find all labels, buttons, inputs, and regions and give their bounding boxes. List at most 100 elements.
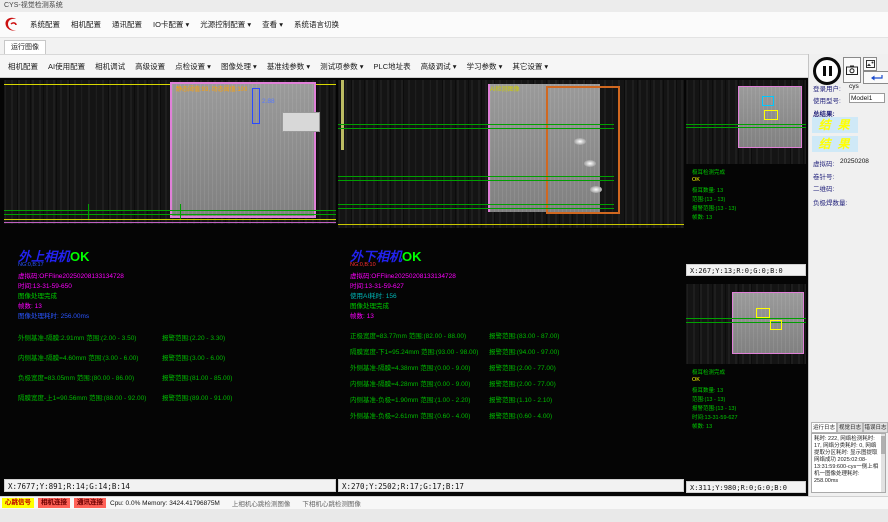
weld-spot [574, 138, 586, 145]
titlebar: CYS-视觉检测系统 [0, 0, 888, 12]
menu-item-light-config[interactable]: 光源控制配置 ▾ [200, 19, 251, 30]
blue-measure-label: 2.88 [262, 98, 275, 105]
green-line [4, 214, 336, 215]
small-view-line: 范围:(13 - 13) [692, 195, 725, 203]
lower-yellow-line [4, 219, 336, 220]
menu-item-comm-config[interactable]: 通讯配置 [112, 19, 142, 30]
menu-item-view[interactable]: 查看 ▾ [262, 19, 283, 30]
log-output[interactable]: 耗时: 222, 网络检测耗时: 17, 网络分类耗时: 0, 网络提取分区耗时… [811, 433, 886, 493]
small-view-line: 帧数: 13 [692, 213, 712, 221]
snapshot-button[interactable] [843, 57, 861, 83]
green-line [4, 210, 336, 211]
toolbar: 相机配置 AI使用配置 相机调试 高级设置 点检设置 ▾ 图像处理 ▾ 基准线参… [0, 54, 888, 78]
toolbar-image-processing[interactable]: 图像处理 ▾ [221, 61, 257, 72]
measurement-text: 负极宽度=83.05mm 范围:(80.00 - 86.00) [18, 372, 134, 382]
log-tab-run[interactable]: 运行日志 [811, 422, 837, 433]
bottom-small-view: 极耳检测完成 OK 极耳数量: 13 范围:(13 - 13) 报警范围:(13… [686, 282, 806, 496]
center-virtual-code: 虚拟码:OFFline20250208133134728 [350, 270, 456, 280]
measurement-text: 隔膜宽度-下1=95.24mm 范围:(93.00 - 98.00) [350, 346, 478, 356]
measurement-text: 外侧基准-隔膜=4.38mm 范围:(0.00 - 9.00) [350, 362, 470, 372]
left-process-done: 图像处理完成 [18, 290, 57, 300]
pause-button[interactable] [813, 57, 841, 85]
green-line [338, 204, 614, 205]
small-view-line: OK [692, 377, 700, 383]
measurement-text: 内侧基准-负极=1.90mm 范围:(1.00 - 2.20) [350, 394, 470, 404]
up-camera-heartbeat-hint: 上相机心跳检测图像 [232, 498, 291, 508]
model-input[interactable] [849, 93, 885, 103]
tab-strip: 运行图像 [0, 38, 888, 54]
left-elapsed: 图像处理耗时: 256.00ms [18, 310, 89, 320]
measurement-text: 内侧基准-隔膜=4.28mm 范围:(0.00 - 9.00) [350, 378, 470, 388]
measurement-text: 正极宽度=83.77mm 范围:(82.00 - 88.00) [350, 330, 466, 340]
heartbeat-badge: 心跳信号 [2, 498, 34, 508]
green-line [686, 124, 806, 125]
small-view-line: 极耳数量: 13 [692, 386, 723, 394]
menu-item-language[interactable]: 系统语言切换 [294, 19, 339, 30]
left-time: 时间:13-31-59-650 [18, 280, 72, 290]
top-small-image[interactable] [686, 80, 806, 164]
bottom-small-pixel-coords: X:311;Y:980;R:0;G:0;B:0 [686, 481, 806, 493]
top-small-view: 极耳检测完成 OK 极耳数量: 13 范围:(13 - 13) 报警范围:(13… [686, 78, 806, 278]
toolbar-plc-address[interactable]: PLC地址表 [374, 61, 411, 72]
scrollbar-thumb[interactable] [881, 436, 885, 454]
alarm-range: 报警范围:(89.00 - 91.00) [162, 392, 232, 402]
virtual-code-value: 20250208 [840, 158, 869, 165]
toolbar-ai-config[interactable]: AI使用配置 [48, 61, 85, 72]
toolbar-advanced-settings[interactable]: 高级设置 [135, 61, 165, 72]
weld-count-label: 负极焊数量: [813, 197, 847, 207]
camera-icon [846, 65, 858, 75]
green-line [338, 124, 614, 125]
measurement-text: 外侧基准-隔膜:2.91mm 范围:(2.00 - 3.50) [18, 332, 136, 342]
tab-run-image[interactable]: 运行图像 [4, 40, 46, 55]
log-tab-vision[interactable]: 视觉日志 [837, 422, 863, 433]
down-camera-heartbeat-hint: 下相机心跳检测图像 [302, 498, 361, 508]
image-button[interactable] [863, 57, 877, 71]
alarm-range: 报警范围:(2.20 - 3.30) [162, 332, 225, 342]
toolbar-test-params[interactable]: 测试项参数 ▾ [320, 61, 363, 72]
return-button[interactable] [863, 71, 888, 84]
login-user-value: cys [849, 83, 859, 90]
app-window: CYS-视觉检测系统 系统配置 相机配置 通讯配置 IO卡配置 ▾ 光源控制配置… [0, 0, 888, 522]
menu-item-camera-config[interactable]: 相机配置 [71, 19, 101, 30]
measurement-text: 内侧基准-隔膜=4.60mm 范围:(3.00 - 6.00) [18, 352, 138, 362]
alarm-range: 报警范围:(83.00 - 87.00) [489, 330, 559, 340]
toolbar-camera-debug[interactable]: 相机调试 [95, 61, 125, 72]
ok-status: OK [70, 249, 90, 264]
toolbar-learning-params[interactable]: 学习参数 ▾ [466, 61, 502, 72]
blue-measure-box [252, 88, 260, 124]
magenta-line [4, 222, 336, 223]
left-virtual-code: 虚拟码:OFFline20250208133134728 [18, 270, 124, 280]
menu-item-io-config[interactable]: IO卡配置 ▾ [153, 19, 189, 30]
alarm-range: 报警范围:(0.60 - 4.00) [489, 410, 552, 420]
toolbar-other-settings[interactable]: 其它设置 ▾ [512, 61, 548, 72]
log-scrollbar[interactable] [881, 434, 885, 492]
separator-region [732, 292, 804, 354]
ai-image-tag: AI检测图像 [490, 84, 520, 93]
comm-connect-badge: 通讯连接 [74, 498, 106, 508]
alarm-range: 报警范围:(81.00 - 85.00) [162, 372, 232, 382]
small-view-line: 范围:(13 - 13) [692, 395, 725, 403]
center-camera-image[interactable]: AI检测图像 [338, 80, 684, 228]
toolbar-spot-check[interactable]: 点检设置 ▾ [175, 61, 211, 72]
bottom-strip [0, 509, 888, 522]
center-frame-count: 帧数: 13 [350, 310, 374, 320]
small-view-line: 时间:13-31-59-627 [692, 413, 738, 421]
left-camera-image[interactable]: 静态阈值:93, 动态阈值:100 2.88 [4, 80, 336, 224]
weld-spot [584, 160, 596, 167]
pause-icon [823, 66, 826, 76]
green-tick [88, 204, 89, 220]
log-tab-error[interactable]: 错误日志 [863, 422, 888, 433]
center-sub-status: NG:0,B:10 [350, 262, 376, 268]
app-logo-icon [4, 16, 19, 33]
yellow-roi-box [756, 308, 770, 318]
green-line [338, 208, 614, 209]
green-line [338, 180, 614, 181]
menu-item-system-config[interactable]: 系统配置 [30, 19, 60, 30]
toolbar-advanced-debug[interactable]: 高级调试 ▾ [421, 61, 457, 72]
toolbar-camera-config[interactable]: 相机配置 [8, 61, 38, 72]
green-tick [180, 204, 181, 220]
toolbar-baseline-params[interactable]: 基准线参数 ▾ [267, 61, 310, 72]
bottom-small-image[interactable] [686, 284, 806, 364]
small-view-line: 帧数: 13 [692, 422, 712, 430]
alarm-range: 报警范围:(94.00 - 97.00) [489, 346, 559, 356]
